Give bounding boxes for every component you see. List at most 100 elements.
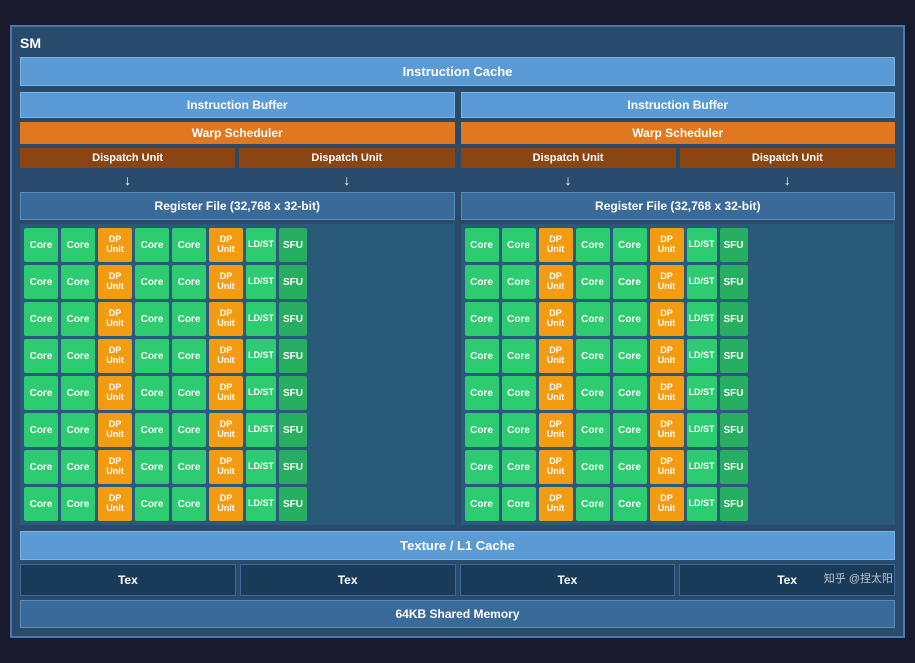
table-row: CoreCoreDPUnitCoreCoreDPUnitLD/STSFU — [24, 228, 451, 262]
core-cell: Core — [24, 487, 58, 521]
sfu-cell: SFU — [720, 450, 748, 484]
core-cell: Core — [576, 339, 610, 373]
ldst-cell: LD/ST — [687, 265, 717, 299]
ldst-cell: LD/ST — [246, 376, 276, 410]
left-dispatch-unit-1: Dispatch Unit — [20, 148, 235, 168]
left-warp-scheduler: Warp Scheduler — [20, 122, 455, 144]
dp-unit-cell: DPUnit — [650, 302, 684, 336]
core-cell: Core — [613, 265, 647, 299]
dp-unit-cell: DPUnit — [539, 450, 573, 484]
dp-unit-cell: DPUnit — [209, 376, 243, 410]
core-cell: Core — [24, 302, 58, 336]
dp-unit-cell: DPUnit — [209, 265, 243, 299]
left-arrows: ↓ ↓ — [20, 172, 455, 188]
core-cell: Core — [465, 487, 499, 521]
left-dispatch-row: Dispatch Unit Dispatch Unit — [20, 148, 455, 168]
sfu-cell: SFU — [720, 487, 748, 521]
dp-unit-cell: DPUnit — [209, 413, 243, 447]
right-warp-scheduler: Warp Scheduler — [461, 122, 896, 144]
core-cell: Core — [135, 487, 169, 521]
core-cell: Core — [172, 450, 206, 484]
sm-container: SM Instruction Cache Instruction Buffer … — [10, 25, 905, 638]
dp-unit-cell: DPUnit — [650, 376, 684, 410]
ldst-cell: LD/ST — [246, 339, 276, 373]
core-cell: Core — [172, 339, 206, 373]
table-row: CoreCoreDPUnitCoreCoreDPUnitLD/STSFU — [465, 228, 892, 262]
left-register-file: Register File (32,768 x 32-bit) — [20, 192, 455, 220]
sfu-cell: SFU — [279, 302, 307, 336]
ldst-cell: LD/ST — [246, 450, 276, 484]
watermark: 知乎 @捏太阳 — [824, 570, 893, 586]
dp-unit-cell: DPUnit — [98, 376, 132, 410]
core-cell: Core — [502, 376, 536, 410]
dp-unit-cell: DPUnit — [539, 265, 573, 299]
core-cell: Core — [61, 302, 95, 336]
core-cell: Core — [613, 487, 647, 521]
core-cell: Core — [576, 413, 610, 447]
ldst-cell: LD/ST — [246, 302, 276, 336]
ldst-cell: LD/ST — [687, 339, 717, 373]
core-cell: Core — [465, 376, 499, 410]
core-cell: Core — [502, 302, 536, 336]
core-cell: Core — [465, 228, 499, 262]
right-arrow-2: ↓ — [680, 172, 895, 188]
right-dispatch-unit-2: Dispatch Unit — [680, 148, 895, 168]
core-cell: Core — [465, 339, 499, 373]
core-cell: Core — [576, 228, 610, 262]
dp-unit-cell: DPUnit — [539, 376, 573, 410]
ldst-cell: LD/ST — [246, 487, 276, 521]
table-row: CoreCoreDPUnitCoreCoreDPUnitLD/STSFU — [24, 450, 451, 484]
dp-unit-cell: DPUnit — [98, 487, 132, 521]
sfu-cell: SFU — [279, 339, 307, 373]
sfu-cell: SFU — [279, 413, 307, 447]
core-cell: Core — [135, 376, 169, 410]
core-cell: Core — [465, 450, 499, 484]
core-cell: Core — [24, 450, 58, 484]
dp-unit-cell: DPUnit — [98, 450, 132, 484]
table-row: CoreCoreDPUnitCoreCoreDPUnitLD/STSFU — [24, 339, 451, 373]
core-cell: Core — [61, 376, 95, 410]
core-cell: Core — [135, 265, 169, 299]
ldst-cell: LD/ST — [687, 487, 717, 521]
dp-unit-cell: DPUnit — [98, 302, 132, 336]
core-cell: Core — [502, 228, 536, 262]
dp-unit-cell: DPUnit — [539, 339, 573, 373]
core-cell: Core — [576, 487, 610, 521]
dp-unit-cell: DPUnit — [209, 302, 243, 336]
right-dispatch-row: Dispatch Unit Dispatch Unit — [461, 148, 896, 168]
core-cell: Core — [61, 339, 95, 373]
core-cell: Core — [576, 376, 610, 410]
core-cell: Core — [172, 487, 206, 521]
core-cell: Core — [502, 413, 536, 447]
texture-cache: Texture / L1 Cache — [20, 531, 895, 560]
table-row: CoreCoreDPUnitCoreCoreDPUnitLD/STSFU — [465, 265, 892, 299]
ldst-cell: LD/ST — [687, 376, 717, 410]
table-row: CoreCoreDPUnitCoreCoreDPUnitLD/STSFU — [465, 450, 892, 484]
core-cell: Core — [613, 450, 647, 484]
core-cell: Core — [24, 376, 58, 410]
core-cell: Core — [502, 487, 536, 521]
core-cell: Core — [502, 450, 536, 484]
dp-unit-cell: DPUnit — [209, 228, 243, 262]
core-cell: Core — [135, 339, 169, 373]
left-dispatch-unit-2: Dispatch Unit — [239, 148, 454, 168]
core-cell: Core — [172, 413, 206, 447]
table-row: CoreCoreDPUnitCoreCoreDPUnitLD/STSFU — [24, 376, 451, 410]
core-cell: Core — [613, 228, 647, 262]
sfu-cell: SFU — [720, 376, 748, 410]
dp-unit-cell: DPUnit — [209, 339, 243, 373]
right-register-file: Register File (32,768 x 32-bit) — [461, 192, 896, 220]
dp-unit-cell: DPUnit — [98, 339, 132, 373]
right-instr-buffer: Instruction Buffer — [461, 92, 896, 118]
core-cell: Core — [24, 339, 58, 373]
tex-row: Tex Tex Tex Tex — [20, 564, 895, 596]
table-row: CoreCoreDPUnitCoreCoreDPUnitLD/STSFU — [24, 413, 451, 447]
core-cell: Core — [135, 413, 169, 447]
core-cell: Core — [576, 450, 610, 484]
dp-unit-cell: DPUnit — [650, 339, 684, 373]
right-arrows: ↓ ↓ — [461, 172, 896, 188]
table-row: CoreCoreDPUnitCoreCoreDPUnitLD/STSFU — [24, 487, 451, 521]
sfu-cell: SFU — [720, 302, 748, 336]
dp-unit-cell: DPUnit — [539, 302, 573, 336]
table-row: CoreCoreDPUnitCoreCoreDPUnitLD/STSFU — [24, 265, 451, 299]
